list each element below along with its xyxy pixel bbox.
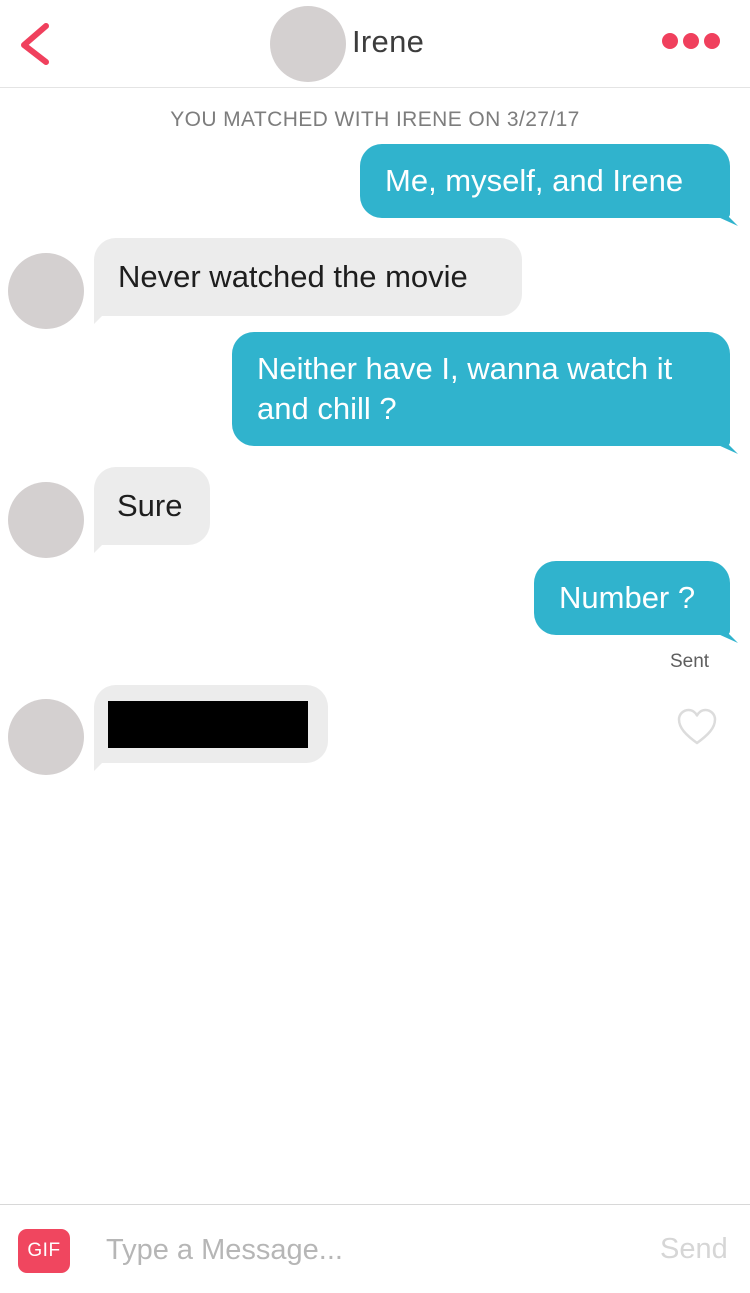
back-button[interactable] bbox=[14, 14, 58, 70]
heart-outline-icon bbox=[677, 708, 717, 745]
incoming-message-redacted[interactable] bbox=[94, 685, 328, 771]
redaction-bar bbox=[108, 701, 308, 748]
sent-status: Sent bbox=[670, 651, 710, 672]
incoming-message[interactable]: Never watched the movie bbox=[94, 238, 522, 324]
send-button[interactable]: Send bbox=[660, 1233, 728, 1266]
message-text: Me, myself, and Irene bbox=[385, 163, 684, 198]
bubble-tail bbox=[720, 208, 738, 226]
message-text: Never watched the movie bbox=[118, 259, 468, 294]
bubble-tail bbox=[94, 306, 112, 324]
message-text: Sure bbox=[117, 488, 183, 523]
message-text: Number ? bbox=[559, 580, 696, 615]
gif-button[interactable]: GIF bbox=[18, 1229, 70, 1273]
outgoing-message[interactable]: Number ? bbox=[534, 561, 738, 643]
more-dot bbox=[683, 33, 699, 49]
incoming-message[interactable]: Sure bbox=[94, 467, 210, 553]
like-button[interactable] bbox=[676, 707, 718, 747]
more-dot bbox=[704, 33, 720, 49]
message-composer: GIF Send bbox=[0, 1204, 750, 1293]
outgoing-message[interactable]: Neither have I, wanna watch it and chill… bbox=[232, 332, 738, 454]
contact-avatar[interactable] bbox=[270, 6, 346, 82]
bubble-tail bbox=[94, 753, 112, 771]
chat-screen: Irene YOU MATCHED WITH IRENE ON 3/27/17 … bbox=[0, 0, 750, 1293]
match-date-banner: YOU MATCHED WITH IRENE ON 3/27/17 bbox=[170, 108, 580, 131]
message-input[interactable] bbox=[106, 1225, 626, 1275]
message-text: Neither have I, wanna watch it and chill… bbox=[257, 351, 673, 426]
contact-name[interactable]: Irene bbox=[352, 24, 424, 60]
bubble-tail bbox=[720, 625, 738, 643]
bubble-tail bbox=[720, 436, 738, 454]
more-dots-icon bbox=[662, 33, 678, 49]
contact-avatar-small[interactable] bbox=[8, 699, 84, 775]
chat-header: Irene bbox=[0, 0, 750, 88]
contact-avatar-small[interactable] bbox=[8, 253, 84, 329]
contact-avatar-small[interactable] bbox=[8, 482, 84, 558]
bubble-tail bbox=[94, 535, 112, 553]
more-options-button[interactable] bbox=[660, 30, 720, 52]
chevron-left-icon bbox=[21, 23, 49, 65]
outgoing-message[interactable]: Me, myself, and Irene bbox=[360, 144, 738, 226]
